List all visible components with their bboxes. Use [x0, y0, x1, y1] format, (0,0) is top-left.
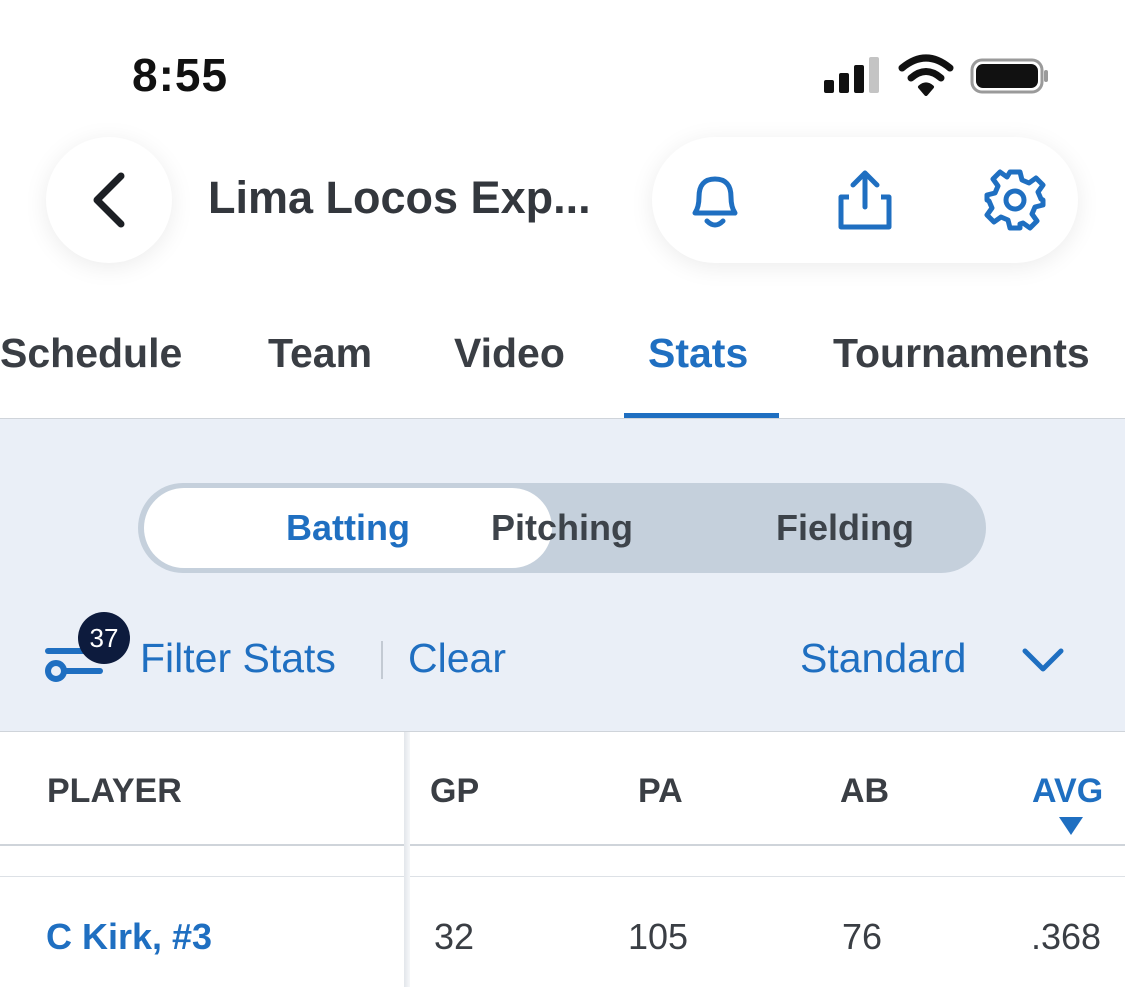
cell-avg: .368	[1031, 916, 1102, 957]
column-header-pa[interactable]: PA	[638, 772, 683, 811]
share-button[interactable]	[832, 167, 898, 233]
bell-icon	[692, 176, 738, 228]
cell-gp: 32	[434, 916, 475, 957]
row-divider	[0, 876, 1125, 877]
status-time: 8:55	[132, 49, 229, 101]
filter-stats-button[interactable]: Filter Stats	[140, 635, 336, 682]
tab-stats[interactable]: Stats	[648, 330, 748, 377]
back-button[interactable]	[46, 137, 172, 263]
sort-descending-icon	[1059, 817, 1083, 835]
active-tab-indicator	[624, 413, 779, 418]
wifi-icon	[898, 54, 954, 96]
page-title: Lima Locos Exp...	[208, 172, 591, 223]
share-icon	[838, 170, 892, 230]
player-name-link[interactable]: C Kirk, #3	[46, 916, 212, 958]
gear-icon	[984, 169, 1046, 231]
clear-filters-button[interactable]: Clear	[408, 635, 506, 682]
column-header-gp[interactable]: GP	[430, 772, 479, 811]
status-bar: 8:55	[0, 0, 1125, 130]
cell-ab: 76	[842, 916, 883, 957]
tab-team[interactable]: Team	[268, 330, 372, 377]
segment-pitching[interactable]: Pitching	[422, 483, 702, 573]
divider	[381, 641, 383, 679]
cellular-signal-icon	[824, 57, 879, 93]
battery-icon	[970, 58, 1048, 94]
section-tabs: Schedule Team Video Stats Tournaments	[0, 300, 1125, 419]
tab-video[interactable]: Video	[454, 330, 565, 377]
chevron-left-icon	[93, 172, 125, 228]
column-header-avg[interactable]: AVG	[1032, 772, 1103, 811]
cell-pa: 105	[628, 916, 689, 957]
column-header-player[interactable]: PLAYER	[47, 772, 182, 811]
segment-fielding[interactable]: Fielding	[704, 483, 986, 573]
stats-table: PLAYER GP PA AB AVG C Kirk, #3 32 105 76…	[0, 732, 1125, 987]
header-actions	[652, 137, 1078, 263]
filter-count-badge: 37	[78, 612, 130, 664]
settings-button[interactable]	[982, 167, 1048, 233]
chevron-down-icon[interactable]	[1020, 641, 1066, 681]
tab-schedule[interactable]: Schedule	[0, 330, 182, 377]
tab-tournaments[interactable]: Tournaments	[833, 330, 1090, 377]
view-select[interactable]: Standard	[800, 635, 966, 682]
stats-controls: Batting Pitching Fielding 37 Filter Stat…	[0, 419, 1125, 732]
stat-type-segmented-control: Batting Pitching Fielding	[138, 483, 986, 573]
column-header-ab[interactable]: AB	[840, 772, 889, 811]
header-divider	[0, 844, 1125, 846]
notifications-button[interactable]	[682, 167, 748, 233]
frozen-column-shadow	[404, 732, 410, 987]
